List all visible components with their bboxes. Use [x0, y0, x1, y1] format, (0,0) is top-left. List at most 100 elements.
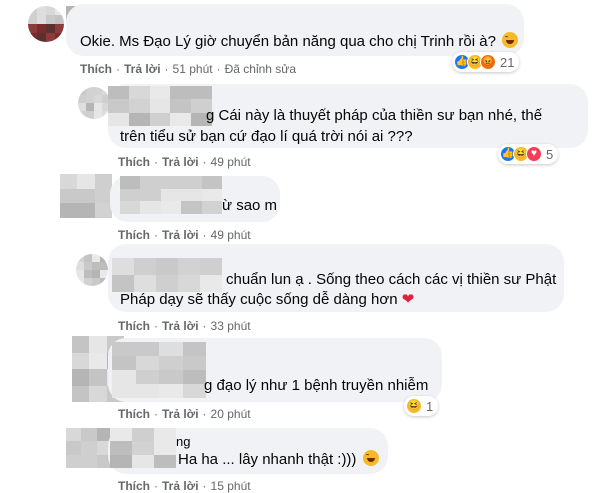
reply-link[interactable]: Trả lời	[162, 228, 199, 242]
mosaic-tile	[60, 188, 78, 204]
like-link[interactable]: Thích	[118, 155, 150, 169]
mosaic-tile	[66, 428, 82, 442]
mosaic-tile	[76, 254, 84, 262]
mosaic-tile	[132, 454, 154, 468]
mosaic-tile	[178, 258, 200, 275]
mosaic-tile	[112, 356, 136, 370]
mosaic-tile	[55, 24, 64, 33]
mosaic-tile	[84, 254, 92, 262]
separator: ·	[202, 479, 207, 493]
mosaic-tile	[72, 369, 90, 386]
timestamp[interactable]: 49 phút	[211, 228, 251, 242]
mosaic-tile	[55, 15, 64, 24]
like-link[interactable]: Thích	[118, 228, 150, 242]
avatar[interactable]	[78, 87, 110, 119]
mosaic-tile	[154, 428, 176, 442]
mosaic-tile	[112, 370, 136, 384]
reply-link[interactable]: Trả lời	[124, 62, 161, 76]
avatar[interactable]	[76, 254, 108, 286]
comment-text-line-2: Ha ha ... lây nhanh thật :)))	[178, 451, 357, 468]
comment-text-line-1: ng	[176, 434, 191, 449]
mosaic-tile	[46, 24, 55, 33]
reply-link[interactable]: Trả lời	[162, 155, 199, 169]
avatar[interactable]	[28, 6, 64, 42]
mosaic-tile	[78, 95, 86, 103]
reaction-summary[interactable]: 👍 😆 ♥ 5	[498, 144, 559, 164]
mosaic-tile	[60, 174, 78, 189]
blurred-avatar[interactable]	[60, 174, 112, 218]
mosaic-tile	[46, 33, 55, 42]
comment-actions: Thích · Trả lời · 33 phút	[118, 319, 251, 333]
reaction-summary[interactable]: 👍 😆 😡 21	[452, 52, 520, 72]
comment-text-line-2: Pháp dạy sẽ thấy cuộc sống dễ dàng hơn	[120, 291, 398, 308]
timestamp[interactable]: 15 phút	[211, 479, 251, 493]
like-link[interactable]: Thích	[80, 62, 112, 76]
mosaic-tile	[120, 176, 141, 189]
mosaic-tile	[135, 342, 159, 356]
reply-link[interactable]: Trả lời	[162, 407, 199, 421]
comment-text: Okie. Ms Đạo Lý giờ chuyển bản năng qua …	[80, 33, 496, 50]
haha-reaction-icon: 😆	[406, 398, 422, 414]
mosaic-tile	[28, 15, 37, 24]
mosaic-tile	[89, 369, 107, 386]
reaction-count: 1	[426, 398, 434, 414]
mosaic-tile	[94, 111, 102, 119]
like-link[interactable]: Thích	[118, 479, 150, 493]
timestamp[interactable]: 20 phút	[211, 407, 251, 421]
timestamp[interactable]: 33 phút	[211, 319, 251, 333]
mosaic-tile	[140, 188, 161, 202]
mosaic-tile	[134, 258, 156, 275]
mosaic-tile	[108, 86, 129, 100]
mosaic-tile	[135, 384, 159, 398]
mosaic-tile	[94, 87, 102, 95]
mosaic-tile	[37, 15, 46, 24]
blurred-name[interactable]	[120, 176, 222, 214]
timestamp[interactable]: 51 phút	[173, 62, 213, 76]
blurred-name[interactable]	[110, 428, 176, 468]
mosaic-tile	[140, 201, 161, 214]
mosaic-tile	[86, 87, 94, 95]
mosaic-tile	[46, 6, 55, 15]
mosaic-tile	[81, 428, 97, 442]
blurred-avatar[interactable]	[66, 428, 112, 468]
mosaic-tile	[89, 352, 107, 369]
mosaic-tile	[170, 86, 192, 100]
like-link[interactable]: Thích	[118, 319, 150, 333]
comment-actions: Thích · Trả lời · 49 phút	[118, 228, 251, 242]
mosaic-tile	[154, 454, 176, 468]
reply-link[interactable]: Trả lời	[162, 319, 199, 333]
blurred-name[interactable]	[112, 258, 222, 292]
mosaic-tile	[37, 24, 46, 33]
mosaic-tile	[92, 278, 100, 286]
reaction-summary[interactable]: 😆 1	[404, 396, 439, 416]
separator: ·	[216, 62, 221, 76]
mosaic-tile	[28, 24, 37, 33]
mosaic-tile	[66, 441, 82, 455]
separator: ·	[154, 228, 158, 242]
mosaic-tile	[181, 188, 202, 202]
blurred-name[interactable]	[108, 86, 212, 126]
blurred-name[interactable]	[112, 342, 206, 398]
like-link[interactable]: Thích	[118, 407, 150, 421]
mosaic-tile	[110, 441, 132, 455]
mosaic-tile	[159, 342, 183, 356]
mosaic-tile	[89, 385, 107, 402]
haha-emoji-icon	[502, 32, 519, 48]
comment-text-line-1: g Cái này là thuyết pháp của thiền sư bạ…	[206, 107, 543, 124]
mosaic-tile	[160, 176, 182, 189]
separator: ·	[202, 407, 207, 421]
comment-actions: Thích · Trả lời · 49 phút	[118, 155, 251, 169]
mosaic-tile	[72, 336, 90, 353]
mosaic-tile	[132, 428, 154, 442]
mosaic-tile	[149, 86, 171, 100]
mosaic-tile	[132, 441, 154, 455]
mosaic-tile	[181, 176, 202, 189]
mosaic-tile	[182, 370, 206, 384]
mosaic-tile	[94, 103, 102, 111]
reply-link[interactable]: Trả lời	[162, 479, 199, 493]
mosaic-tile	[78, 87, 86, 95]
mosaic-tile	[92, 270, 100, 278]
mosaic-tile	[159, 356, 183, 370]
timestamp[interactable]: 49 phút	[211, 155, 251, 169]
mosaic-tile	[135, 356, 159, 370]
